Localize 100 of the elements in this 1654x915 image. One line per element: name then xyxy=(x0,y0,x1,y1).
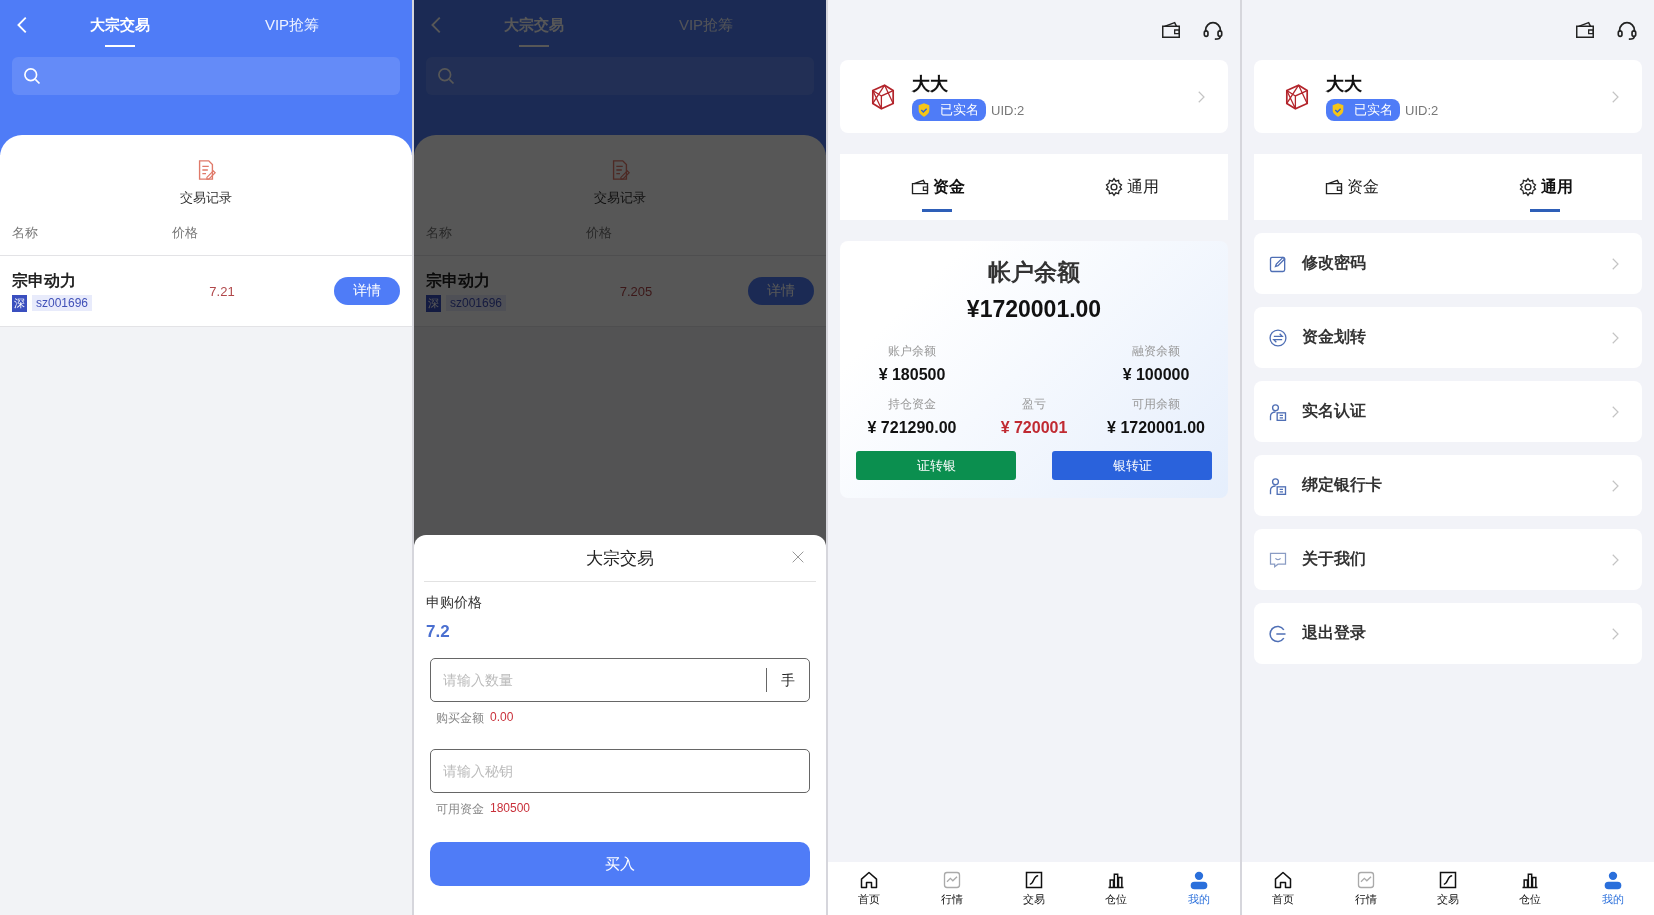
search-field[interactable] xyxy=(12,57,400,95)
menu-item-label: 退出登录 xyxy=(1302,623,1367,643)
nav-item[interactable]: 首页 xyxy=(1242,862,1325,915)
price-cell-text: 7.21 xyxy=(208,283,236,299)
verified-label: 已实名 xyxy=(940,101,979,119)
nav-item[interactable]: 交易 xyxy=(1406,862,1490,915)
profile-card[interactable]: 大大 已实名 UID:2 xyxy=(840,60,1228,133)
wallet-icon xyxy=(909,177,930,197)
stat-value: ¥ 100000 xyxy=(1122,366,1190,384)
nav-label: 首页 xyxy=(1272,892,1295,907)
stat-label: 账户余额 xyxy=(888,343,936,360)
nav-item[interactable]: 行情 xyxy=(910,862,993,915)
close-icon[interactable] xyxy=(790,549,806,565)
wallet-icon[interactable] xyxy=(1574,19,1596,41)
menu-item-label: 关于我们 xyxy=(1302,549,1367,569)
user-icon xyxy=(1602,870,1623,890)
shield-check-icon xyxy=(1330,102,1346,118)
user-card-icon xyxy=(1268,475,1288,496)
stat-label: 持仓资金 xyxy=(888,396,936,413)
settings-icon xyxy=(1517,177,1538,197)
tab[interactable]: 资金 xyxy=(1254,154,1448,220)
menu-item[interactable]: 退出登录 xyxy=(1254,603,1642,664)
records-link[interactable]: 交易记录 xyxy=(180,189,232,207)
stat-label: 可用余额 xyxy=(1132,396,1180,413)
balance-amount: ¥1720001.00 xyxy=(966,296,1102,323)
profile-card[interactable]: 大大 已实名 UID:2 xyxy=(1254,60,1642,133)
user-icon xyxy=(1188,870,1209,890)
menu-item-label: 绑定银行卡 xyxy=(1302,475,1383,495)
amount-value: 0.00 xyxy=(490,710,514,726)
nav-item[interactable]: 首页 xyxy=(828,862,911,915)
transfer-button[interactable]: 银转证 xyxy=(1052,451,1212,480)
nav-label: 行情 xyxy=(940,892,963,907)
chart-icon xyxy=(1355,870,1376,890)
nav-label: 我的 xyxy=(1187,892,1210,907)
amount-label: 购买金额 xyxy=(436,710,484,727)
price-label: 申购价格 xyxy=(426,594,482,612)
menu-item[interactable]: 资金划转 xyxy=(1254,307,1642,368)
detail-button[interactable]: 详情 xyxy=(334,277,400,305)
user-card-icon xyxy=(1268,401,1288,422)
settings-icon xyxy=(1103,177,1124,197)
bar-chart-icon xyxy=(1520,870,1541,890)
market-tag: 深 xyxy=(426,294,441,312)
stat-value: ¥ 721290.00 xyxy=(867,419,957,437)
stock-name: 宗申动力 xyxy=(12,270,77,291)
trend-icon xyxy=(1438,870,1458,890)
price-value: 7.2 xyxy=(426,622,450,642)
stock-code: sz001696 xyxy=(32,295,93,311)
menu-item[interactable]: 关于我们 xyxy=(1254,529,1642,590)
stat-value: ¥ 1720001.00 xyxy=(1107,419,1205,437)
menu-item[interactable]: 实名认证 xyxy=(1254,381,1642,442)
menu-item-label: 修改密码 xyxy=(1302,253,1367,273)
nav-item[interactable]: 行情 xyxy=(1324,862,1407,915)
home-icon xyxy=(859,870,880,890)
nav-item[interactable]: 我的 xyxy=(1571,862,1654,915)
headset-icon[interactable] xyxy=(1616,19,1638,41)
home-icon xyxy=(1273,870,1294,890)
available-value: 180500 xyxy=(490,801,531,817)
menu-item[interactable]: 绑定银行卡 xyxy=(1254,455,1642,516)
chart-icon xyxy=(941,870,962,890)
menu-item-label: 实名认证 xyxy=(1302,401,1367,421)
user-name: 大大 xyxy=(1326,73,1363,96)
nav-item[interactable]: 我的 xyxy=(1157,862,1240,915)
buy-button[interactable]: 买入 xyxy=(430,842,810,886)
column-header: 名称 xyxy=(12,224,39,242)
user-id: UID:2 xyxy=(1405,102,1439,118)
transfer-button[interactable]: 证转银 xyxy=(856,451,1016,480)
stock-name: 宗申动力 xyxy=(426,270,491,291)
nav-label: 首页 xyxy=(858,892,881,907)
sheet-title: 大宗交易 xyxy=(586,547,654,570)
nav-item[interactable]: 仓位 xyxy=(1075,862,1158,915)
headset-icon[interactable] xyxy=(1202,19,1224,41)
column-header: 价格 xyxy=(172,224,199,242)
nav-item[interactable]: 交易 xyxy=(992,862,1076,915)
unit-label: 手 xyxy=(766,668,809,692)
market-tag: 深 xyxy=(12,294,27,312)
search-icon xyxy=(436,66,456,86)
tab[interactable]: 通用 xyxy=(1034,154,1228,220)
wallet-icon[interactable] xyxy=(1160,19,1182,41)
verified-label: 已实名 xyxy=(1354,101,1393,119)
transfer-icon xyxy=(1268,327,1288,348)
shield-check-icon xyxy=(916,102,932,118)
nav-label: 交易 xyxy=(1023,892,1045,907)
bar-chart-icon xyxy=(1106,870,1127,890)
stat-value: ¥ 720001 xyxy=(1000,419,1068,437)
nav-label: 仓位 xyxy=(1519,892,1542,907)
stock-code: sz001696 xyxy=(446,295,507,311)
available-label: 可用资金 xyxy=(436,801,484,818)
trend-icon xyxy=(1024,870,1044,890)
price-cell-text: 7.205 xyxy=(618,283,654,299)
nav-label: 我的 xyxy=(1601,892,1624,907)
wallet-icon xyxy=(1323,177,1344,197)
user-id: UID:2 xyxy=(991,102,1025,118)
key-field[interactable]: 请输入秘钥 xyxy=(430,749,810,793)
stat-label: 融资余额 xyxy=(1132,343,1180,360)
nav-item[interactable]: 仓位 xyxy=(1489,862,1572,915)
nav-label: 仓位 xyxy=(1105,892,1128,907)
menu-item[interactable]: 修改密码 xyxy=(1254,233,1642,294)
logout-icon xyxy=(1268,623,1288,644)
user-name: 大大 xyxy=(912,73,949,96)
search-icon xyxy=(22,66,42,86)
